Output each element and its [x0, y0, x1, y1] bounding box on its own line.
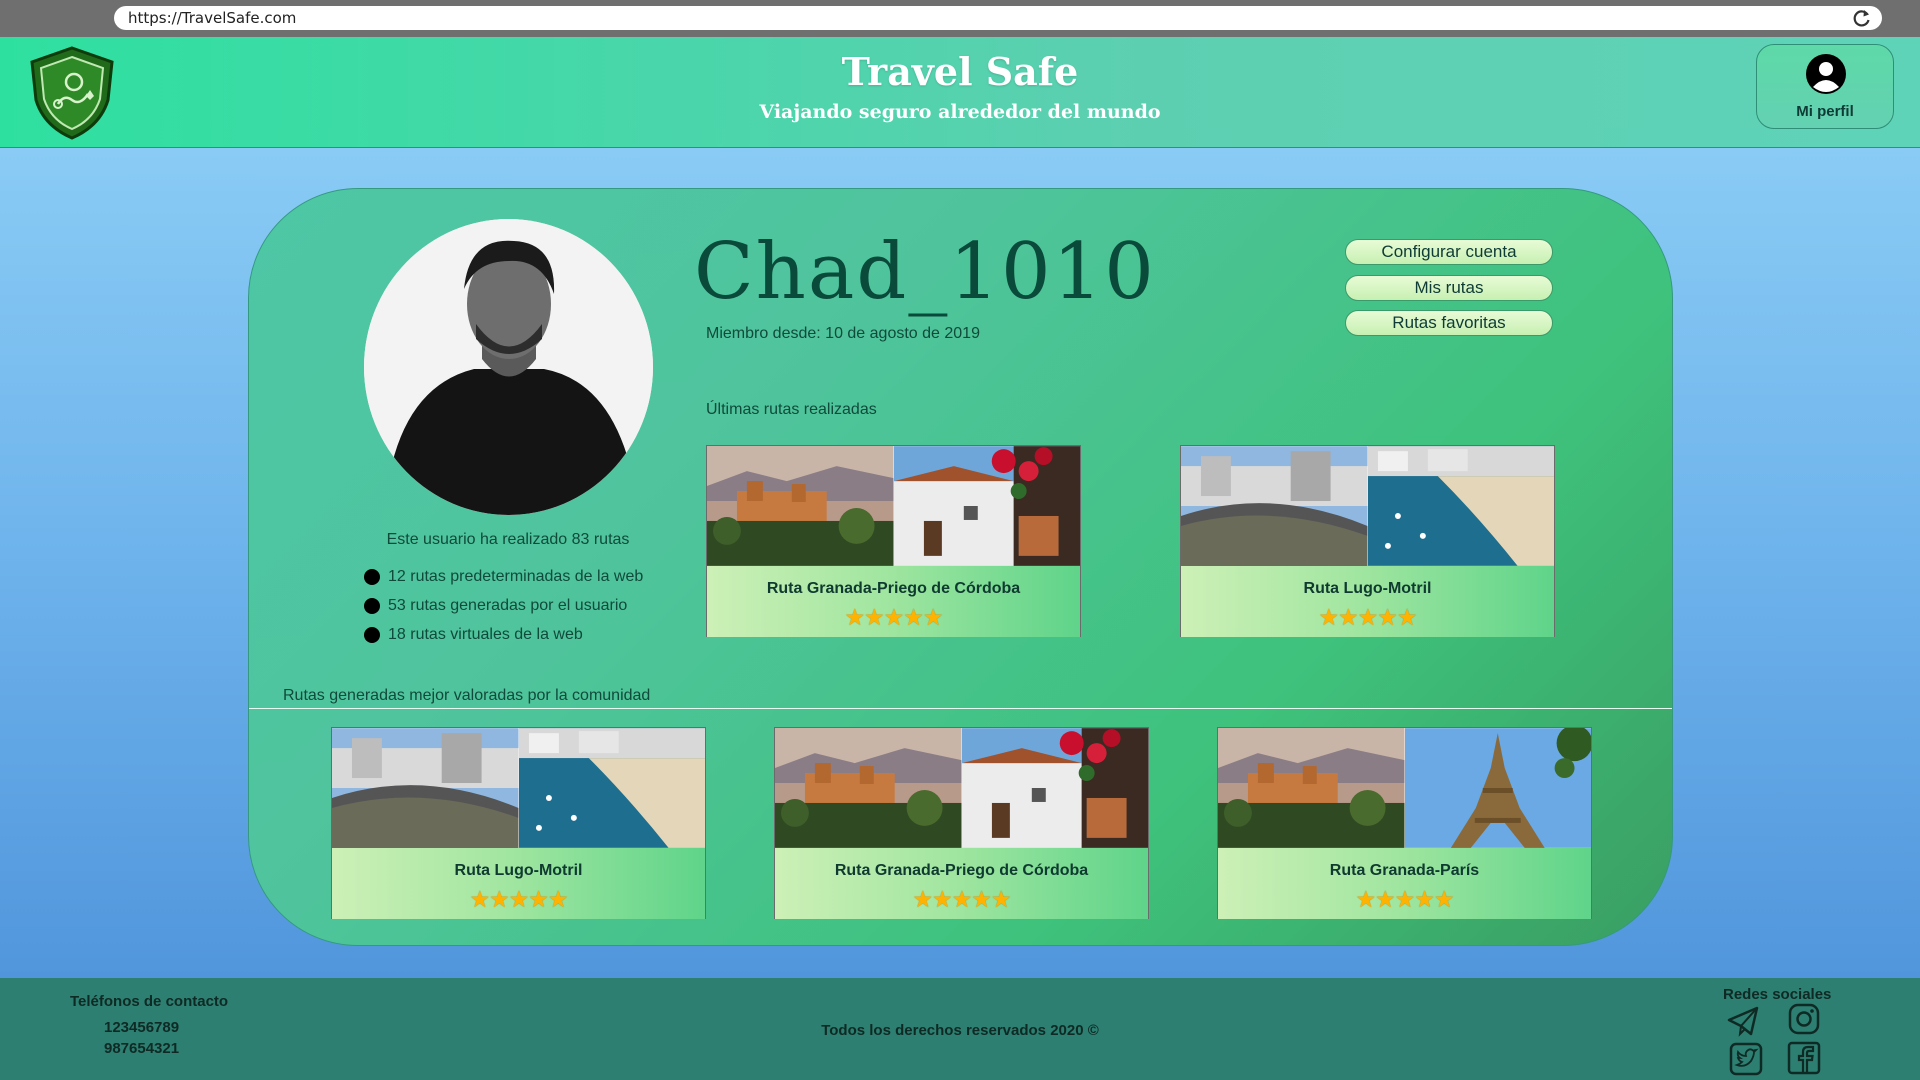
social-heading: Redes sociales — [1723, 986, 1832, 1003]
my-routes-button[interactable]: Mis rutas — [1345, 275, 1553, 301]
route-photo — [332, 728, 705, 848]
site-header: Travel Safe Viajando seguro alrededor de… — [0, 37, 1920, 148]
telegram-icon[interactable] — [1726, 1004, 1760, 1038]
alhambra-photo — [707, 446, 894, 566]
village-flowers-photo — [961, 728, 1148, 848]
star-rating: ★★★★★ — [1355, 886, 1454, 912]
bullet-icon — [364, 568, 380, 585]
configure-account-button[interactable]: Configurar cuenta — [1345, 239, 1553, 265]
route-photo — [1181, 446, 1554, 566]
phone-number: 987654321 — [104, 1040, 180, 1057]
route-photo — [707, 446, 1080, 566]
village-flowers-photo — [893, 446, 1080, 566]
stat-item: 18 rutas virtuales de la web — [364, 620, 643, 649]
address-bar[interactable]: https://TravelSafe.com — [114, 6, 1882, 30]
route-info: Ruta Lugo-Motril ★★★★★ — [332, 848, 705, 919]
route-photo — [775, 728, 1148, 848]
favorite-routes-button[interactable]: Rutas favoritas — [1345, 310, 1553, 336]
copyright-text: Todos los derechos reservados 2020 © — [821, 1022, 1099, 1039]
star-rating: ★★★★★ — [469, 886, 568, 912]
section-divider — [249, 708, 1672, 709]
site-title: Travel Safe — [841, 49, 1079, 94]
route-photo — [1218, 728, 1591, 848]
community-routes-heading: Rutas generadas mejor valoradas por la c… — [283, 687, 651, 704]
route-card-granada-paris[interactable]: Ruta Granada-París ★★★★★ — [1217, 727, 1592, 919]
instagram-icon[interactable] — [1787, 1002, 1821, 1036]
stat-item: 53 rutas generadas por el usuario — [364, 591, 643, 620]
eiffel-tower-photo — [1404, 728, 1591, 848]
stat-text: 12 rutas predeterminadas de la web — [388, 567, 644, 585]
star-rating: ★★★★★ — [1318, 604, 1417, 630]
motril-beach-photo — [1367, 446, 1554, 566]
route-info: Ruta Lugo-Motril ★★★★★ — [1181, 566, 1554, 637]
username-heading: Chad_1010 — [694, 227, 1156, 317]
site-subtitle: Viajando seguro alrededor del mundo — [759, 101, 1161, 123]
stat-text: 18 rutas virtuales de la web — [388, 625, 583, 643]
stat-text: 53 rutas generadas por el usuario — [388, 596, 628, 614]
lugo-wall-photo — [1181, 446, 1368, 566]
route-card-granada-priego[interactable]: Ruta Granada-Priego de Córdoba ★★★★★ — [774, 727, 1149, 919]
route-name: Ruta Granada-Priego de Córdoba — [766, 580, 1021, 597]
stat-item: 12 rutas predeterminadas de la web — [364, 562, 643, 591]
member-since-text: Miembro desde: 10 de agosto de 2019 — [706, 325, 980, 342]
route-stats-list: 12 rutas predeterminadas de la web 53 ru… — [364, 562, 643, 649]
bullet-icon — [364, 626, 380, 643]
twitter-icon[interactable] — [1729, 1042, 1763, 1076]
user-photo — [364, 219, 653, 515]
route-name: Ruta Granada-Priego de Córdoba — [834, 862, 1089, 879]
my-profile-label: Mi perfil — [1796, 103, 1854, 120]
route-card-lugo-motril[interactable]: Ruta Lugo-Motril ★★★★★ — [1180, 445, 1555, 637]
avatar — [364, 219, 653, 515]
recent-routes-heading: Últimas rutas realizadas — [706, 401, 877, 418]
route-card-granada-priego[interactable]: Ruta Granada-Priego de Córdoba ★★★★★ — [706, 445, 1081, 637]
profile-card: Este usuario ha realizado 83 rutas 12 ru… — [248, 188, 1673, 946]
alhambra-photo — [775, 728, 962, 848]
route-info: Ruta Granada-París ★★★★★ — [1218, 848, 1591, 919]
alhambra-photo — [1218, 728, 1405, 848]
route-name: Ruta Granada-París — [1329, 862, 1480, 879]
route-name: Ruta Lugo-Motril — [1303, 580, 1432, 597]
route-name: Ruta Lugo-Motril — [454, 862, 583, 879]
site-footer: Teléfonos de contacto 123456789 98765432… — [0, 978, 1920, 1080]
my-profile-button[interactable]: Mi perfil — [1756, 44, 1894, 129]
user-icon — [1806, 54, 1846, 94]
url-text: https://TravelSafe.com — [128, 9, 297, 27]
route-info: Ruta Granada-Priego de Córdoba ★★★★★ — [775, 848, 1148, 919]
reload-icon[interactable] — [1852, 8, 1872, 28]
facebook-icon[interactable] — [1787, 1041, 1821, 1075]
browser-bar: https://TravelSafe.com — [0, 0, 1920, 37]
lugo-wall-photo — [332, 728, 519, 848]
route-card-lugo-motril[interactable]: Ruta Lugo-Motril ★★★★★ — [331, 727, 706, 919]
contact-heading: Teléfonos de contacto — [70, 993, 229, 1010]
route-info: Ruta Granada-Priego de Córdoba ★★★★★ — [707, 566, 1080, 637]
route-count-text: Este usuario ha realizado 83 rutas — [386, 531, 630, 548]
motril-beach-photo — [518, 728, 705, 848]
star-rating: ★★★★★ — [844, 604, 943, 630]
star-rating: ★★★★★ — [912, 886, 1011, 912]
bullet-icon — [364, 597, 380, 614]
